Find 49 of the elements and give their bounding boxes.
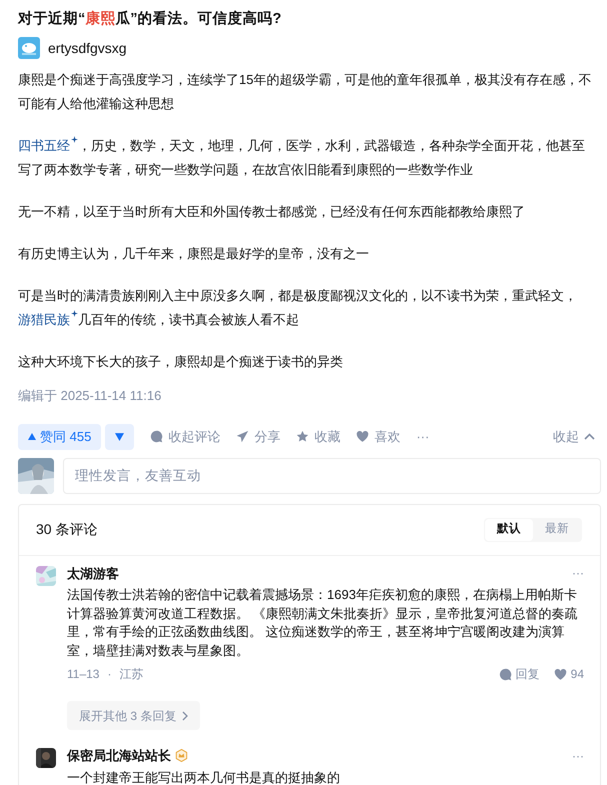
answer-paragraph: 可是当时的满清贵族刚刚入主中原没多久啊，都是极度鄙视汉文化的，以不读书为荣，重武轻文， 游猎民族 几百年的传统，读书真会被族人看不起 [18, 287, 578, 329]
action-button[interactable]: 分享 [236, 426, 280, 446]
more-button[interactable]: ··· [416, 426, 430, 446]
downvote-button[interactable] [105, 424, 134, 450]
reply-button[interactable]: 回复 [498, 665, 540, 683]
star-icon [296, 430, 310, 443]
comment-count: 30 条评论 [36, 520, 98, 539]
sort-tab[interactable]: 最新 [533, 518, 581, 540]
author-name[interactable]: ertysdfgvsxg [48, 38, 127, 58]
upvote-button[interactable]: 赞同 455 [18, 424, 102, 450]
heart-icon [356, 430, 370, 443]
comment-date: 11–13 [67, 666, 100, 683]
action-button[interactable]: 喜欢 [356, 426, 400, 446]
dot-separator: · [107, 666, 112, 683]
more-button[interactable]: ··· [572, 746, 584, 765]
answer-paragraph: 这种大环境下长大的孩子，康熙却是个痴迷于读书的异类 [18, 353, 344, 371]
answer-paragraph: 有历史博主认为，几千年来，康熙是最好学的皇帝，没有之一 [18, 245, 370, 263]
chevron-right-icon [182, 710, 188, 720]
triangle-up-icon [28, 433, 36, 440]
comment-icon [150, 430, 164, 443]
comment-location: 江苏 [119, 666, 144, 683]
sparkle-icon [71, 136, 78, 143]
collapse-button[interactable]: 收起 [553, 426, 595, 446]
action-button[interactable]: 收藏 [296, 426, 340, 446]
link[interactable]: 游猎民族 [18, 312, 78, 327]
avatar-icon [18, 37, 40, 59]
edit-time: 编辑于 2025-11-14 11:16 [18, 387, 162, 405]
expand-replies-button[interactable]: 展开其他 3 条回复 [67, 701, 200, 730]
more-button[interactable]: ··· [572, 564, 584, 582]
like-button[interactable]: 94 [554, 665, 584, 683]
commenter-name[interactable]: 太湖游客 [67, 564, 119, 583]
comment-text: 法国传教士洪若翰的密信中记载着震撼场景：1693年疟疾初愈的康熙，在病榻上用帕斯卡计算器验算黄河改道工程数据。 《康熙朝满文朱批奏折》显示，皇帝批复河道总督的奏疏里，常有手绘的正弦函数曲线图。 这位痴迷数学的帝王，甚至将坤宁宫暖阁改建为演算室，墙壁挂满对数表与星象图。 [67, 586, 579, 660]
question-title: 对于近期“康熙瓜”的看法。可信度高吗? [18, 9, 282, 29]
comment-text: 一个封建帝王能写出两本几何书是真的挺抽象的 [67, 768, 341, 785]
answer-paragraph: 无一不精，以至于当时所有大臣和外国传教士都感觉，已经没有任何东西能都教给康熙了 [18, 203, 526, 221]
answer-paragraph: 康熙是个痴迷于高强度学习，连续学了15年的超级学霸，可是他的童年很孤单，极其没有存在感，不可能有人给他灌输这种思想 [18, 71, 592, 113]
sparkle-icon [71, 310, 78, 317]
comment-icon [498, 668, 512, 680]
heart-icon [554, 668, 567, 680]
paper-plane-icon [236, 430, 250, 443]
link[interactable]: 四书五经 [18, 138, 78, 153]
comment-input[interactable]: 理性发言，友善互动 [63, 458, 601, 494]
answer-paragraph: 四书五经 ，历史，数学，天文，地理，几何，医学，水利，武器锻造，各种杂学全面开花，他甚至写了两本数学专著，研究一些数学问题，在故宫依旧能看到康熙的一些数学作业 [18, 135, 586, 179]
chevron-up-icon [584, 433, 595, 440]
action-button[interactable]: 收起评论 [150, 426, 220, 446]
triangle-down-icon [115, 432, 124, 440]
commenter-name[interactable]: 保密局北海站站长 [67, 746, 171, 766]
badge-icon [175, 749, 188, 762]
sort-tab[interactable]: 默认 [485, 518, 533, 540]
